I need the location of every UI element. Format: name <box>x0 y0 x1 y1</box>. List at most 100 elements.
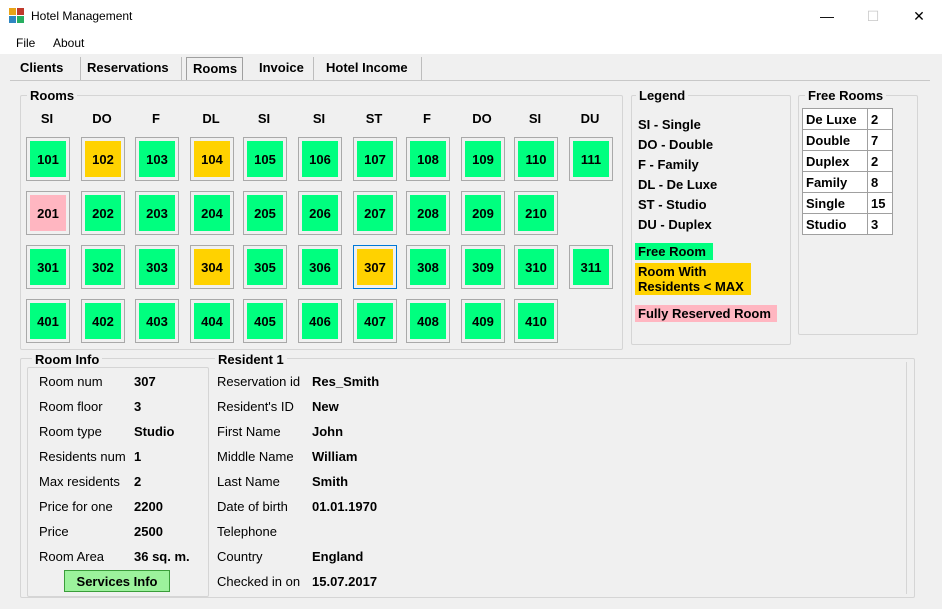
resident-field-value: Smith <box>312 474 349 489</box>
tab-rooms[interactable]: Rooms <box>186 57 243 81</box>
room-button-405[interactable]: 405 <box>243 299 287 343</box>
tab-reservations[interactable]: Reservations <box>81 57 182 80</box>
legend-partial-line2: Residents < MAX <box>638 279 744 294</box>
free-rooms-row: Duplex 2 <box>802 150 893 172</box>
room-button-104[interactable]: 104 <box>190 137 234 181</box>
room-button-204[interactable]: 204 <box>190 191 234 235</box>
tab-invoice[interactable]: Invoice <box>253 57 314 80</box>
room-button-404[interactable]: 404 <box>190 299 234 343</box>
menu-file[interactable]: File <box>16 36 35 50</box>
room-button-402[interactable]: 402 <box>81 299 125 343</box>
room-number: 309 <box>465 249 501 285</box>
room-button-201[interactable]: 201 <box>26 191 70 235</box>
free-room-count: 7 <box>867 129 893 151</box>
free-room-type: De Luxe <box>802 108 868 130</box>
room-button-303[interactable]: 303 <box>135 245 179 289</box>
free-rooms-table: De Luxe 2 Double 7 Duplex 2 Family 8 Single 15 Stu… <box>802 108 893 235</box>
legend-title: Legend <box>636 88 689 103</box>
room-button-406[interactable]: 406 <box>298 299 342 343</box>
room-number: 106 <box>302 141 338 177</box>
room-number: 402 <box>85 303 121 339</box>
room-button-105[interactable]: 105 <box>243 137 287 181</box>
room-button-305[interactable]: 305 <box>243 245 287 289</box>
free-rooms-row: Double 7 <box>802 129 893 151</box>
room-button-210[interactable]: 210 <box>514 191 558 235</box>
room-button-306[interactable]: 306 <box>298 245 342 289</box>
resident-field-value: New <box>312 399 339 414</box>
room-button-304[interactable]: 304 <box>190 245 234 289</box>
room-number: 209 <box>465 195 501 231</box>
room-button-103[interactable]: 103 <box>135 137 179 181</box>
room-button-109[interactable]: 109 <box>461 137 505 181</box>
room-button-107[interactable]: 107 <box>353 137 397 181</box>
room-button-202[interactable]: 202 <box>81 191 125 235</box>
room-type-header: SI <box>312 111 326 126</box>
room-button-307[interactable]: 307 <box>353 245 397 289</box>
resident-field-value: 15.07.2017 <box>312 574 378 589</box>
room-number: 301 <box>30 249 66 285</box>
room-number: 104 <box>194 141 230 177</box>
tab-hotel-income[interactable]: Hotel Income <box>320 57 422 80</box>
room-button-308[interactable]: 308 <box>406 245 450 289</box>
room-number: 305 <box>247 249 283 285</box>
room-button-208[interactable]: 208 <box>406 191 450 235</box>
room-info-label: Room floor <box>39 399 103 414</box>
minimize-button[interactable]: — <box>804 0 850 32</box>
room-button-110[interactable]: 110 <box>514 137 558 181</box>
room-number: 205 <box>247 195 283 231</box>
room-button-408[interactable]: 408 <box>406 299 450 343</box>
room-button-302[interactable]: 302 <box>81 245 125 289</box>
room-number: 110 <box>518 141 554 177</box>
resident-field-label: Last Name <box>217 474 280 489</box>
room-button-209[interactable]: 209 <box>461 191 505 235</box>
room-number: 203 <box>139 195 175 231</box>
room-number: 108 <box>410 141 446 177</box>
room-button-206[interactable]: 206 <box>298 191 342 235</box>
resident-field-label: First Name <box>217 424 281 439</box>
maximize-button[interactable]: ☐ <box>850 0 896 32</box>
room-button-310[interactable]: 310 <box>514 245 558 289</box>
services-info-button[interactable]: Services Info <box>64 570 170 592</box>
room-button-203[interactable]: 203 <box>135 191 179 235</box>
room-number: 303 <box>139 249 175 285</box>
legend-item-duplex: DU - Duplex <box>638 217 712 232</box>
tab-clients[interactable]: Clients <box>14 57 81 80</box>
resident-scroll-area[interactable] <box>906 362 915 594</box>
room-button-311[interactable]: 311 <box>569 245 613 289</box>
room-info-value: 2500 <box>134 524 163 539</box>
legend-full-room: Fully Reserved Room <box>635 305 777 322</box>
room-button-207[interactable]: 207 <box>353 191 397 235</box>
app-icon <box>9 8 24 23</box>
title-bar <box>0 0 942 32</box>
room-button-403[interactable]: 403 <box>135 299 179 343</box>
room-number: 102 <box>85 141 121 177</box>
room-button-106[interactable]: 106 <box>298 137 342 181</box>
room-number: 107 <box>357 141 393 177</box>
room-button-407[interactable]: 407 <box>353 299 397 343</box>
room-type-header: DU <box>580 111 600 126</box>
room-button-301[interactable]: 301 <box>26 245 70 289</box>
free-room-type: Double <box>802 129 868 151</box>
room-button-409[interactable]: 409 <box>461 299 505 343</box>
resident-field-label: Country <box>217 549 263 564</box>
menu-about[interactable]: About <box>53 36 84 50</box>
room-number: 406 <box>302 303 338 339</box>
room-button-101[interactable]: 101 <box>26 137 70 181</box>
room-button-111[interactable]: 111 <box>569 137 613 181</box>
tab-divider <box>10 80 930 81</box>
room-button-401[interactable]: 401 <box>26 299 70 343</box>
resident-field-label: Middle Name <box>217 449 294 464</box>
room-button-410[interactable]: 410 <box>514 299 558 343</box>
room-info-value: 1 <box>134 449 142 464</box>
room-button-108[interactable]: 108 <box>406 137 450 181</box>
room-button-102[interactable]: 102 <box>81 137 125 181</box>
room-number: 101 <box>30 141 66 177</box>
free-room-count: 2 <box>867 108 893 130</box>
legend-item-studio: ST - Studio <box>638 197 707 212</box>
room-number: 403 <box>139 303 175 339</box>
room-button-309[interactable]: 309 <box>461 245 505 289</box>
room-button-205[interactable]: 205 <box>243 191 287 235</box>
menu-bar <box>0 32 942 54</box>
close-button[interactable]: ✕ <box>896 0 942 32</box>
resident-field-label: Checked in on <box>217 574 301 589</box>
